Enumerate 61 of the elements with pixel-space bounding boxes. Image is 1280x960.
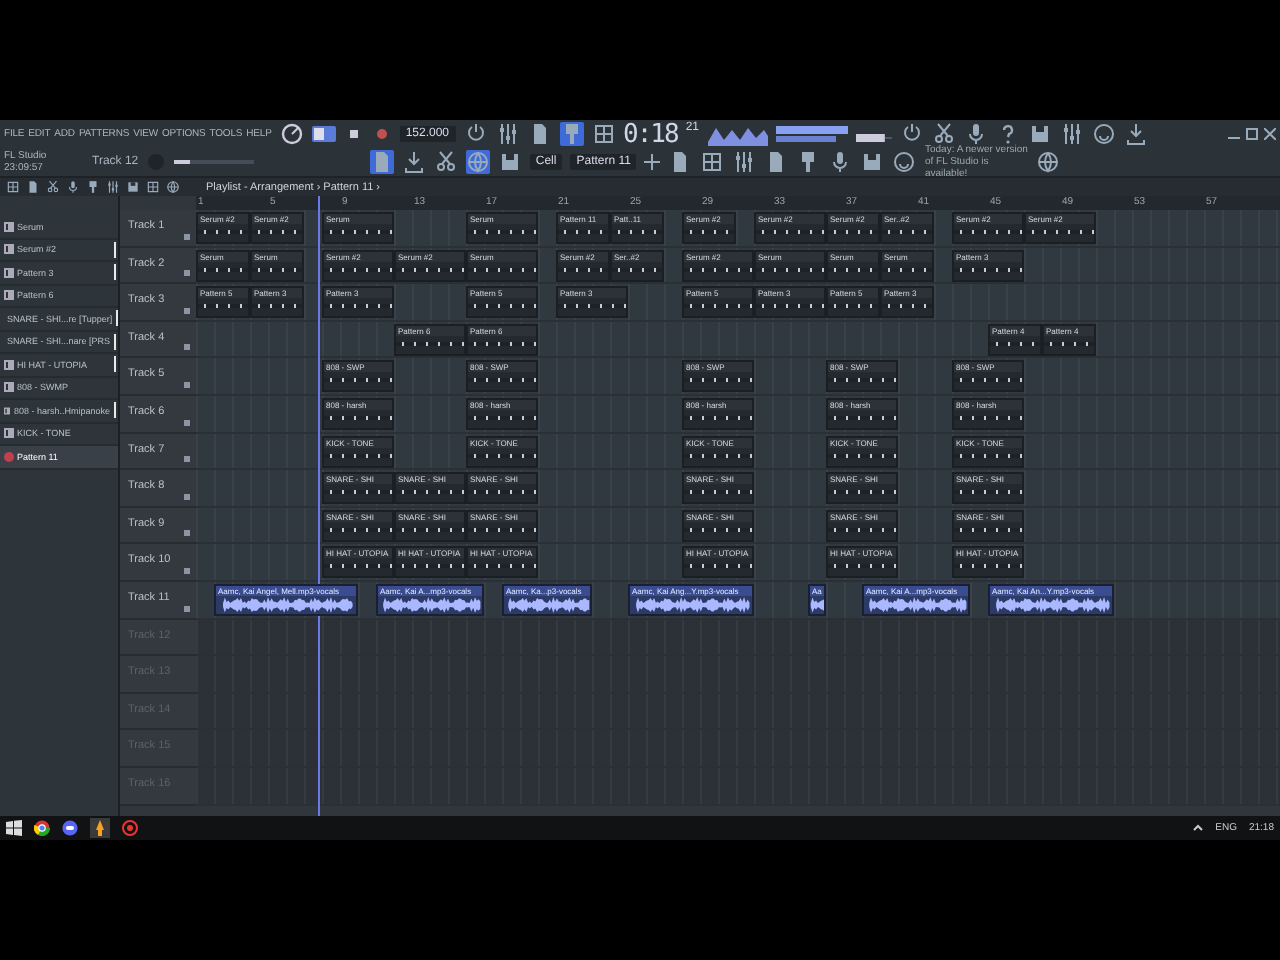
track-led	[184, 605, 190, 612]
globe-icon[interactable]	[166, 180, 180, 194]
scissors-icon[interactable]	[46, 180, 60, 194]
save-icon[interactable]	[1027, 122, 1052, 146]
smiley-icon[interactable]	[892, 150, 917, 174]
close-icon[interactable]	[1264, 128, 1276, 140]
mixer-icon[interactable]	[732, 150, 757, 174]
power-icon[interactable]	[899, 122, 924, 146]
waveform-drawing	[378, 595, 482, 614]
scissors-icon[interactable]	[931, 122, 956, 146]
waveform-drawing	[864, 595, 968, 614]
master-meter	[775, 124, 848, 144]
windows-icon[interactable]	[6, 820, 22, 836]
browser-icon[interactable]	[34, 820, 50, 836]
track-led	[184, 307, 190, 314]
globe-icon[interactable]	[1036, 150, 1061, 174]
track-led	[184, 567, 190, 574]
waveform-drawing	[990, 595, 1112, 614]
microphone-icon[interactable]	[963, 122, 988, 146]
download-icon[interactable]	[1123, 122, 1148, 146]
track-led	[184, 419, 190, 426]
save-icon[interactable]	[860, 150, 885, 174]
waveform-drawing	[810, 595, 824, 614]
save-icon[interactable]	[497, 150, 522, 174]
download-icon[interactable]	[401, 150, 426, 174]
chevron-up-icon[interactable]	[1191, 822, 1204, 834]
track-led	[184, 233, 190, 240]
scissors-icon[interactable]	[433, 150, 458, 174]
smiley-icon[interactable]	[1091, 122, 1116, 146]
microphone-icon[interactable]	[828, 150, 853, 174]
pitch-slider[interactable]	[174, 154, 255, 170]
track-led	[184, 530, 190, 537]
mixer-icon[interactable]	[106, 180, 120, 194]
grid-icon[interactable]	[146, 180, 160, 194]
document-icon[interactable]	[369, 150, 394, 174]
mixer-icon[interactable]	[495, 122, 520, 146]
microphone-icon[interactable]	[66, 180, 80, 194]
grid-icon[interactable]	[6, 180, 20, 194]
pattern-icon	[4, 451, 14, 462]
record-app-icon[interactable]	[122, 820, 138, 836]
track-led	[184, 493, 190, 500]
track-led	[184, 270, 190, 277]
waveform-drawing	[630, 595, 752, 614]
globe-icon[interactable]	[465, 150, 490, 174]
chat-icon[interactable]	[62, 820, 78, 836]
power-icon[interactable]	[463, 122, 488, 146]
waveform-icon	[707, 123, 768, 145]
track-led	[184, 344, 190, 351]
grid-icon[interactable]	[591, 122, 616, 146]
save-icon[interactable]	[126, 180, 140, 194]
grid-icon[interactable]	[700, 150, 725, 174]
restore-icon[interactable]	[1246, 128, 1258, 140]
song-mode-toggle[interactable]	[311, 126, 336, 142]
mixer-icon[interactable]	[1059, 122, 1084, 146]
track-led	[184, 456, 190, 463]
track-led	[184, 381, 190, 388]
waveform-drawing	[504, 595, 590, 614]
add-pattern-icon[interactable]	[644, 154, 661, 170]
knob-icon[interactable]	[279, 122, 304, 146]
record-icon[interactable]	[371, 124, 392, 144]
time-display: 0:18	[623, 119, 678, 149]
